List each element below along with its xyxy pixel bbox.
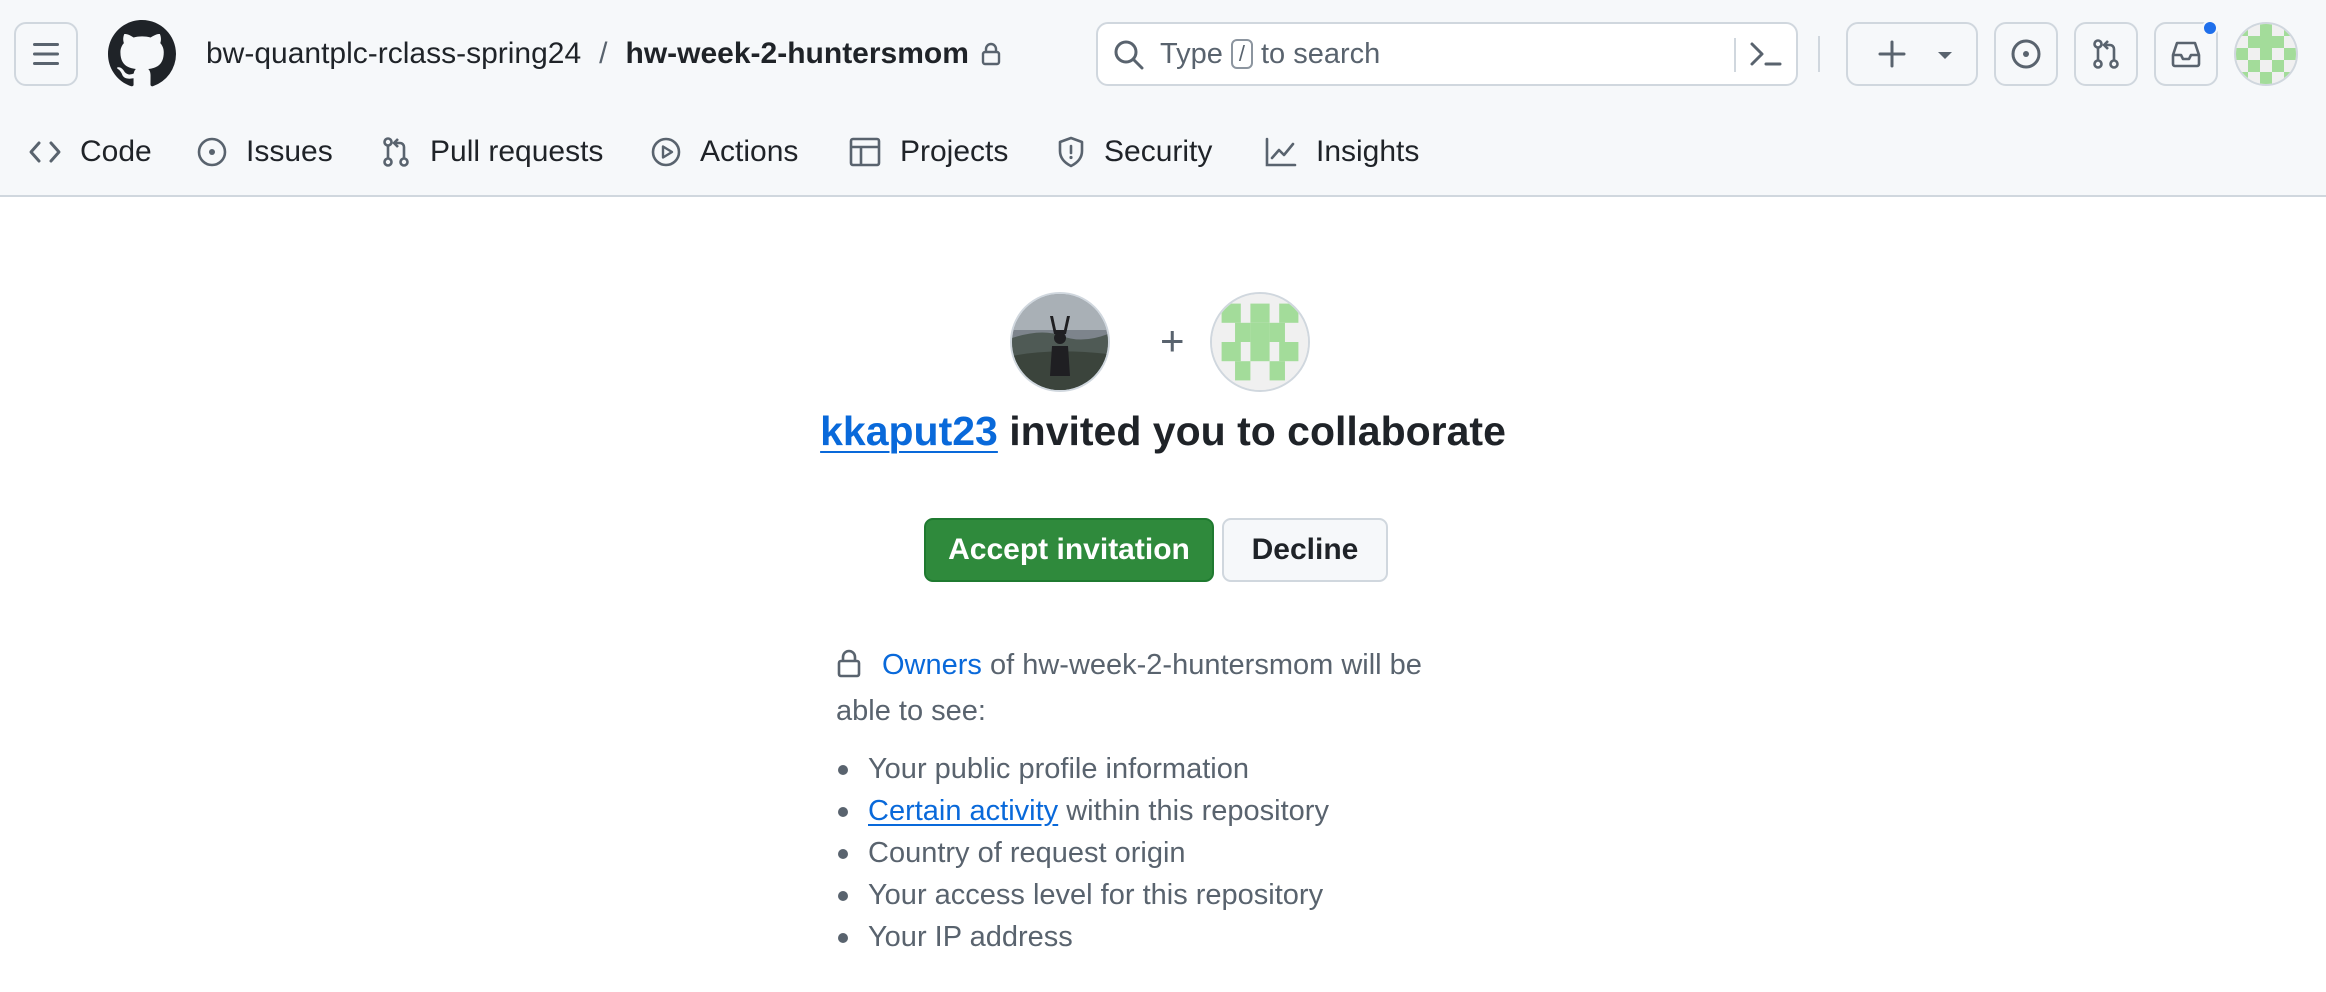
tab-projects-label: Projects xyxy=(900,135,1009,168)
breadcrumb-repo-link[interactable]: hw-week-2-huntersmom xyxy=(626,30,969,78)
tab-insights-label: Insights xyxy=(1316,135,1420,168)
chevron-down-icon xyxy=(1936,48,1954,67)
github-logo-icon[interactable] xyxy=(108,20,176,88)
tab-pull-requests[interactable]: Pull requests xyxy=(380,128,603,176)
list-item-text: Your access level for this repository xyxy=(868,879,1324,911)
list-item: Your access level for this repository xyxy=(836,874,1536,916)
invitee-avatar[interactable] xyxy=(1210,292,1310,392)
top-bar: bw-quantplc-rclass-spring24 / hw-week-2-… xyxy=(0,0,2326,108)
list-item: Your public profile information xyxy=(836,748,1536,790)
hamburger-icon xyxy=(33,43,59,65)
plus-icon xyxy=(1876,38,1908,75)
search-placeholder: Type / to search xyxy=(1160,24,1380,84)
command-palette-icon[interactable] xyxy=(1746,36,1786,77)
list-item-text: Your public profile information xyxy=(868,753,1249,785)
accept-invitation-button[interactable]: Accept invitation xyxy=(924,518,1214,582)
lock-icon xyxy=(836,648,862,690)
menu-button[interactable] xyxy=(14,22,78,86)
graph-icon xyxy=(1265,137,1297,167)
decline-button[interactable]: Decline xyxy=(1222,518,1388,582)
topbar-divider xyxy=(1818,36,1820,72)
certain-activity-link[interactable]: Certain activity xyxy=(868,795,1058,827)
owners-link[interactable]: Owners xyxy=(882,649,982,681)
identicon-icon xyxy=(1212,294,1308,390)
notification-indicator xyxy=(2202,20,2218,36)
inbox-icon xyxy=(2171,41,2201,68)
search-icon xyxy=(1112,38,1146,77)
list-item: Your IP address xyxy=(836,916,1536,958)
identicon-icon xyxy=(2236,24,2296,84)
inviter-photo xyxy=(1012,294,1108,390)
pull-requests-button[interactable] xyxy=(2074,22,2138,86)
list-item-text: Country of request origin xyxy=(868,837,1186,869)
global-header: bw-quantplc-rclass-spring24 / hw-week-2-… xyxy=(0,0,2326,197)
breadcrumb: bw-quantplc-rclass-spring24 / hw-week-2-… xyxy=(206,30,1001,78)
code-icon xyxy=(29,141,61,163)
pull-request-icon xyxy=(383,137,409,167)
search-shortcut-key: / xyxy=(1230,39,1253,69)
user-avatar[interactable] xyxy=(2234,22,2298,86)
lock-icon xyxy=(981,42,1001,66)
tab-security[interactable]: Security xyxy=(1056,128,1212,176)
tab-actions-label: Actions xyxy=(700,135,799,168)
tab-pull-requests-label: Pull requests xyxy=(430,135,604,168)
list-item: Certain activity within this repository xyxy=(836,790,1536,832)
list-item: Country of request origin xyxy=(836,832,1536,874)
table-icon xyxy=(849,137,881,167)
play-icon xyxy=(651,137,681,167)
issue-icon xyxy=(197,137,227,167)
inviter-avatar[interactable] xyxy=(1010,292,1110,392)
list-item-text: Your IP address xyxy=(868,921,1073,953)
privacy-notice-text: of hw-week-2-huntersmom will be xyxy=(981,649,1422,681)
visible-info-list: Your public profile information Certain … xyxy=(836,748,1536,958)
tab-code[interactable]: Code xyxy=(28,128,152,176)
breadcrumb-separator: / xyxy=(599,37,608,70)
invitation-headline-text: invited you to collaborate xyxy=(997,408,1506,454)
inviter-link[interactable]: kkaput23 xyxy=(820,408,998,454)
privacy-notice: Owners of hw-week-2-huntersmom will be ab… xyxy=(836,644,1476,732)
issues-button[interactable] xyxy=(1994,22,2058,86)
tab-issues[interactable]: Issues xyxy=(196,128,333,176)
issue-opened-icon xyxy=(2011,39,2041,69)
repo-navigation: Code Issues Pull requests Actions Projec… xyxy=(0,108,2326,196)
list-item-text: within this repository xyxy=(1058,795,1329,827)
tab-issues-label: Issues xyxy=(246,135,333,168)
search-box[interactable]: Type / to search xyxy=(1096,22,1798,86)
breadcrumb-owner-link[interactable]: bw-quantplc-rclass-spring24 xyxy=(206,30,581,78)
tab-insights[interactable]: Insights xyxy=(1264,128,1419,176)
tab-code-label: Code xyxy=(80,135,152,168)
invitation-headline: kkaput23 invited you to collaborate xyxy=(0,408,2326,455)
search-divider xyxy=(1734,38,1736,72)
search-placeholder-start: Type xyxy=(1160,38,1223,70)
tab-projects[interactable]: Projects xyxy=(848,128,1008,176)
search-placeholder-end: to search xyxy=(1261,38,1381,70)
tab-actions[interactable]: Actions xyxy=(650,128,798,176)
plus-separator: + xyxy=(1160,317,1185,364)
shield-icon xyxy=(1058,136,1084,168)
tab-security-label: Security xyxy=(1104,135,1213,168)
create-new-button[interactable] xyxy=(1846,22,1978,86)
privacy-notice-text-2: able to see: xyxy=(836,695,986,727)
git-pull-request-icon xyxy=(2093,39,2119,69)
